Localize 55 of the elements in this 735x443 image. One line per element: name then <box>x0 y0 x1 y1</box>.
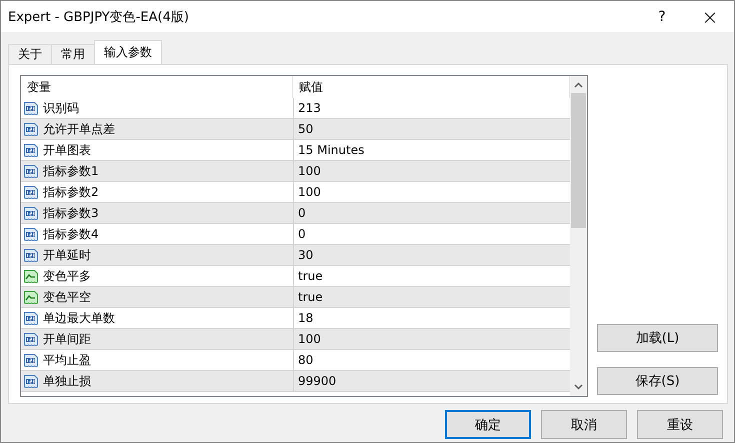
parameter-name: 开单延时 <box>43 246 91 264</box>
parameter-name: 单边最大单数 <box>43 310 115 326</box>
parameter-name: 开单间距 <box>43 330 91 348</box>
window-title: Expert - GBPJPY变色-EA(4版) <box>8 8 190 26</box>
parameter-value[interactable]: true <box>298 290 323 304</box>
parameter-name: 允许开单点差 <box>43 120 115 138</box>
parameter-value[interactable]: 15 Minutes <box>298 143 364 157</box>
parameter-name: 开单图表 <box>43 142 91 158</box>
parameter-icon <box>23 184 39 200</box>
parameter-value[interactable]: 50 <box>298 122 314 136</box>
parameter-value[interactable]: 0 <box>298 206 306 220</box>
cancel-button[interactable]: 取消 <box>541 410 627 439</box>
ok-button[interactable]: 确定 <box>445 410 531 439</box>
parameter-value[interactable]: true <box>298 269 323 283</box>
save-button[interactable]: 保存(S) <box>597 367 718 395</box>
parameter-icon <box>23 247 39 263</box>
parameter-value[interactable]: 18 <box>298 311 314 325</box>
parameter-icon <box>23 226 39 242</box>
parameter-value[interactable]: 213 <box>298 101 321 115</box>
help-button[interactable]: ? <box>638 8 686 24</box>
tab[interactable]: 输入参数 <box>94 40 162 64</box>
parameter-icon <box>23 373 39 389</box>
parameter-name: 单独止损 <box>43 372 91 390</box>
parameter-icon <box>23 331 39 347</box>
line-icon <box>23 289 39 305</box>
parameter-name: 变色平多 <box>43 268 91 284</box>
line-icon <box>23 268 39 284</box>
parameter-icon <box>23 163 39 179</box>
reset-button[interactable]: 重设 <box>637 410 723 439</box>
parameter-icon <box>23 121 39 137</box>
parameter-value[interactable]: 30 <box>298 248 314 262</box>
load-button[interactable]: 加载(L) <box>597 324 718 352</box>
parameter-icon <box>23 142 39 158</box>
scroll-up-icon[interactable] <box>574 82 583 88</box>
parameter-value[interactable]: 100 <box>298 185 321 199</box>
parameter-value[interactable]: 0 <box>298 227 306 241</box>
parameter-value[interactable]: 100 <box>298 332 321 346</box>
parameter-icon <box>23 352 39 368</box>
parameter-value[interactable]: 99900 <box>298 374 336 388</box>
parameter-name: 指标参数4 <box>43 226 99 242</box>
parameter-icon <box>23 205 39 221</box>
parameter-name: 指标参数3 <box>43 204 99 222</box>
parameter-name: 指标参数1 <box>43 162 99 180</box>
scroll-down-icon[interactable] <box>574 384 583 390</box>
tab[interactable]: 关于 <box>8 44 52 64</box>
parameter-value[interactable]: 80 <box>298 353 314 367</box>
parameter-icon <box>23 100 39 116</box>
scrollbar-thumb[interactable] <box>571 93 586 228</box>
parameter-name: 变色平空 <box>43 288 91 306</box>
parameter-name: 指标参数2 <box>43 184 99 200</box>
parameter-name: 平均止盈 <box>43 352 91 368</box>
close-button[interactable]: × <box>686 4 734 28</box>
parameter-icon <box>23 310 39 326</box>
parameter-value[interactable]: 100 <box>298 164 321 178</box>
parameter-name: 识别码 <box>43 100 79 116</box>
